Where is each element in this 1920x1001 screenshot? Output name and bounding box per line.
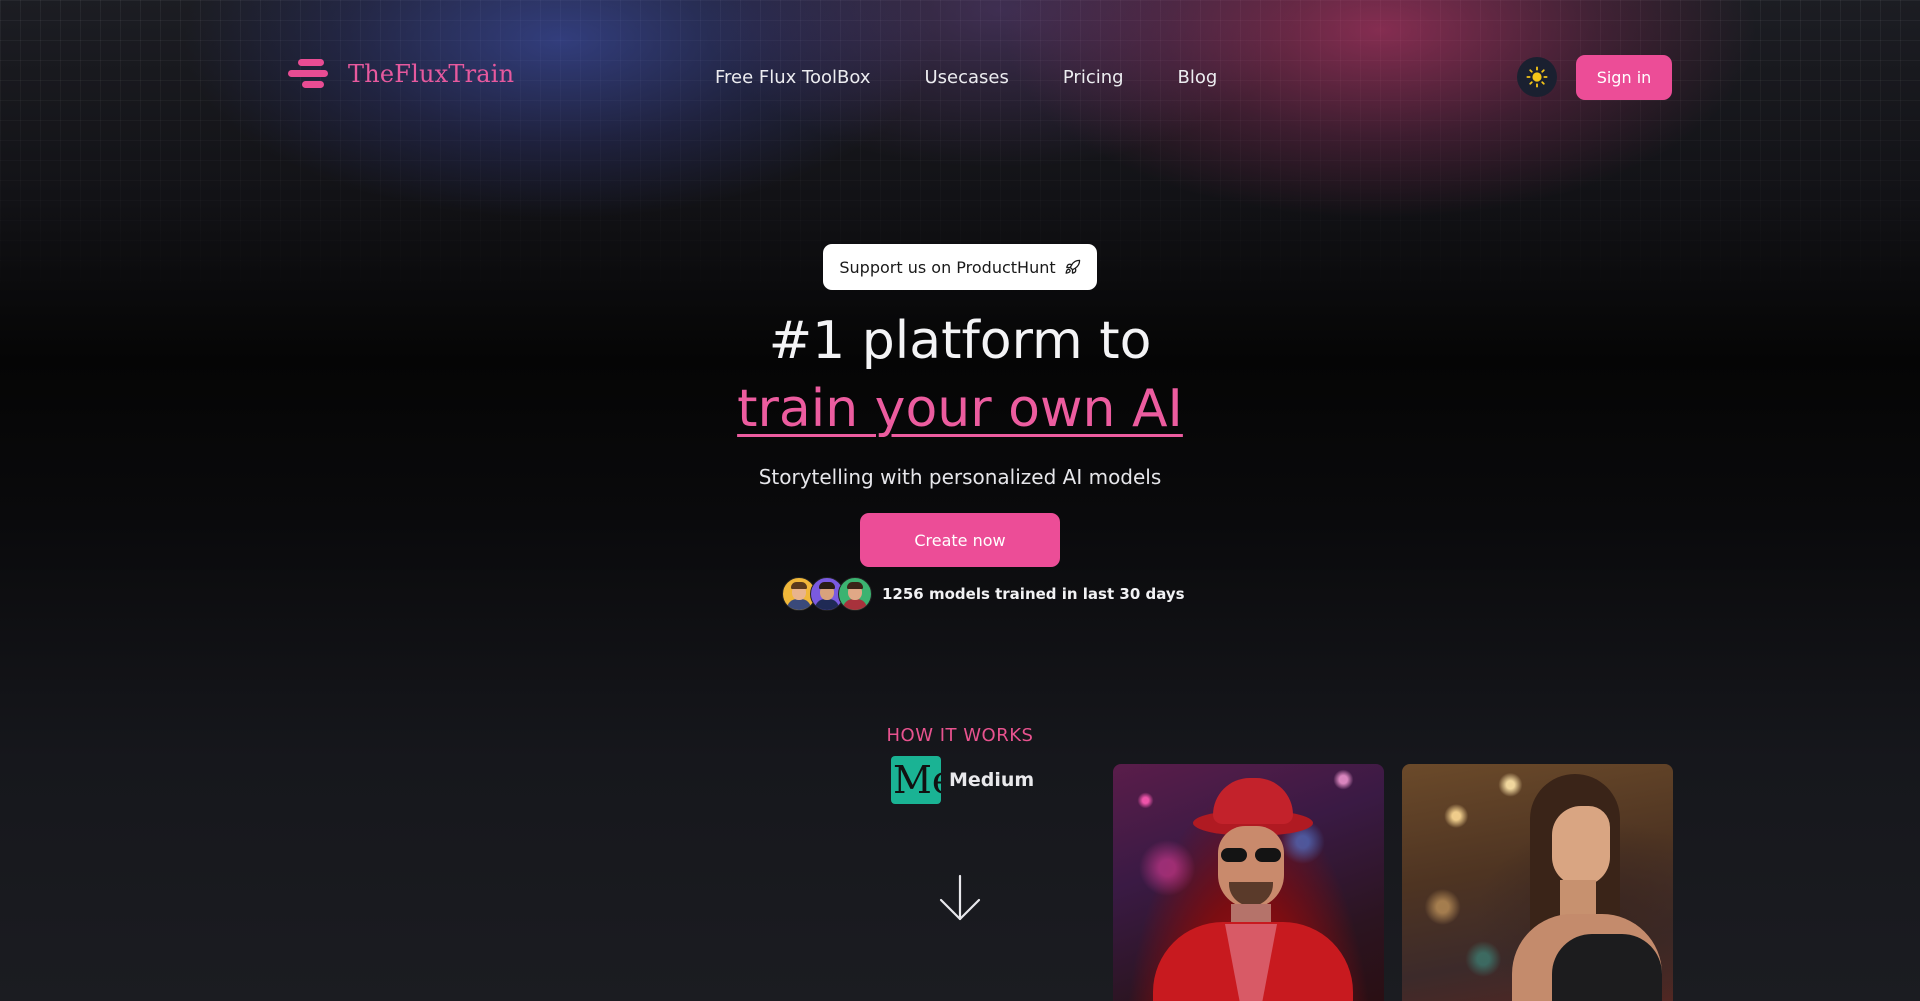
sun-icon — [1526, 66, 1548, 88]
sign-in-button[interactable]: Sign in — [1576, 55, 1672, 100]
producthunt-support-button[interactable]: Support us on ProductHunt — [823, 244, 1097, 290]
hero-subtitle: Storytelling with personalized AI models — [758, 465, 1162, 489]
how-it-works-heading: HOW IT WORKS — [886, 725, 1034, 746]
woman-in-casino-photo — [1402, 764, 1673, 1001]
landing-page: TheFluxTrain Free Flux ToolBox Usecases … — [0, 0, 1920, 1001]
arrow-down-icon — [939, 874, 981, 921]
models-trained-count: 1256 models trained in last 30 days — [882, 585, 1185, 603]
medium-link[interactable]: Mе Medium — [891, 756, 1034, 804]
create-now-button[interactable]: Create now — [860, 513, 1060, 567]
man-in-red-suit-photo — [1113, 764, 1384, 1001]
main-nav: Free Flux ToolBox Usecases Pricing Blog — [715, 64, 1217, 92]
theme-toggle-button[interactable] — [1517, 57, 1557, 97]
medium-label: Medium — [949, 769, 1035, 791]
medium-logo-icon: Mе — [891, 756, 941, 804]
brand-logo-link[interactable]: TheFluxTrain — [288, 58, 514, 90]
nav-item-usecases[interactable]: Usecases — [924, 64, 1008, 92]
menu-lines-icon — [288, 58, 330, 90]
site-header: TheFluxTrain Free Flux ToolBox Usecases … — [0, 0, 1920, 155]
avatar — [838, 577, 872, 611]
nav-item-pricing[interactable]: Pricing — [1063, 64, 1124, 92]
nav-item-blog[interactable]: Blog — [1178, 64, 1218, 92]
producthunt-label: Support us on ProductHunt — [839, 257, 1056, 277]
hero-title-line1: #1 platform to — [768, 311, 1152, 371]
brand-name: TheFluxTrain — [348, 60, 515, 88]
nav-item-free-flux-toolbox[interactable]: Free Flux ToolBox — [715, 64, 870, 92]
rocket-icon — [1065, 259, 1080, 274]
hero-title-line2: train your own AI — [737, 379, 1183, 439]
avatar-group — [782, 577, 872, 611]
social-proof: 1256 models trained in last 30 days — [782, 577, 1185, 611]
